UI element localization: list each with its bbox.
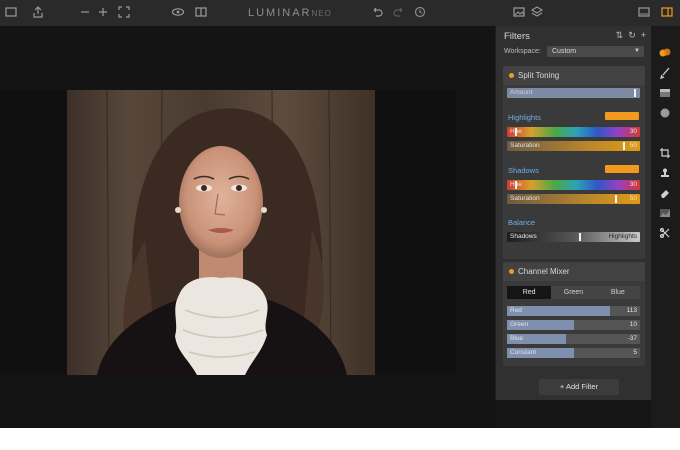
filters-panel: Filters ⇅ ↻ + Workspace: Custom ▼ Split … [495, 26, 652, 400]
channel-mixer-header[interactable]: Channel Mixer [503, 262, 645, 281]
amount-label: Amount [510, 89, 533, 96]
top-toolbar: LUMINARNEO [0, 0, 680, 27]
crop-icon[interactable] [658, 146, 672, 160]
balance-slider[interactable]: Shadows Highlights [507, 232, 640, 242]
highlights-hue-slider[interactable]: Hue 30 [507, 127, 640, 137]
sort-icon[interactable]: ⇅ [616, 30, 624, 41]
compare-split-icon[interactable] [194, 5, 208, 19]
constant-slider[interactable]: Constant 5 [507, 348, 640, 358]
balance-thumb[interactable] [579, 233, 581, 241]
highlights-saturation-label: Saturation [510, 142, 540, 149]
green-channel-slider[interactable]: Green 10 [507, 320, 640, 330]
shadows-hue-value: 30 [629, 181, 637, 188]
add-filter-label: Add Filter [565, 382, 599, 391]
portrait-photo-graphic [67, 90, 375, 375]
zoom-in-icon[interactable] [96, 5, 110, 19]
shadows-saturation-label: Saturation [510, 195, 540, 202]
layers-icon[interactable] [530, 5, 544, 19]
radial-mask-icon[interactable] [658, 106, 672, 120]
balance-left-label: Shadows [510, 233, 537, 240]
blue-channel-slider[interactable]: Blue -37 [507, 334, 640, 344]
highlights-saturation-value: 50 [629, 142, 637, 149]
blue-channel-label: Blue [510, 335, 524, 342]
logo-suffix: NEO [311, 9, 332, 18]
amount-thumb[interactable] [634, 89, 636, 97]
tool-strip [651, 26, 680, 428]
fit-to-screen-icon[interactable] [117, 5, 131, 19]
shadows-hue-thumb[interactable] [515, 181, 517, 189]
highlights-color-swatch[interactable] [605, 112, 639, 120]
info-panel-icon[interactable] [637, 5, 651, 19]
amount-slider[interactable]: Amount [507, 88, 640, 98]
constant-label: Constant [510, 349, 537, 356]
shadows-color-swatch[interactable] [605, 165, 639, 173]
workspace-label: Workspace: [504, 48, 541, 55]
workspace-select[interactable]: Custom ▼ [547, 46, 644, 57]
zoom-out-icon[interactable] [78, 5, 92, 19]
green-channel-label: Green [510, 321, 529, 328]
filters-tool-icon[interactable] [658, 46, 672, 60]
panel-title: Filters [504, 31, 530, 42]
highlights-saturation-slider[interactable]: Saturation 50 [507, 141, 640, 151]
balance-right-label: Highlights [608, 233, 637, 240]
highlights-hue-thumb[interactable] [515, 128, 517, 136]
tab-red[interactable]: Red [507, 286, 552, 299]
edited-photo[interactable] [67, 90, 375, 375]
highlights-saturation-thumb[interactable] [623, 142, 625, 150]
app-logo: LUMINARNEO [248, 7, 332, 19]
image-browser-icon[interactable] [512, 5, 526, 19]
share-icon[interactable] [31, 5, 45, 19]
channel-mixer-title: Channel Mixer [518, 267, 570, 276]
split-toning-title: Split Toning [518, 71, 560, 80]
highlights-label: Highlights [508, 113, 541, 122]
shadows-label: Shadows [508, 166, 539, 175]
red-channel-slider[interactable]: Red 113 [507, 306, 640, 316]
add-filter-button[interactable]: + Add Filter [539, 379, 619, 395]
histogram-icon[interactable] [658, 206, 672, 220]
red-channel-value: 113 [626, 307, 637, 314]
eraser-icon[interactable] [658, 186, 672, 200]
filter-active-dot[interactable] [509, 73, 514, 78]
add-icon[interactable]: + [641, 30, 646, 41]
refresh-icon[interactable]: ↻ [628, 30, 636, 41]
split-toning-header[interactable]: Split Toning [503, 66, 645, 85]
image-canvas[interactable] [0, 26, 495, 428]
slider-fill [507, 306, 610, 316]
channel-mixer-module: Channel Mixer Red Green Blue Red 113 Gre… [503, 262, 645, 366]
shadows-saturation-thumb[interactable] [615, 195, 617, 203]
panel-title-icons: ⇅ ↻ + [616, 30, 646, 41]
balance-label: Balance [508, 218, 536, 227]
transform-icon[interactable] [658, 226, 672, 240]
filter-active-dot[interactable] [509, 269, 514, 274]
preview-eye-icon[interactable] [171, 5, 185, 19]
tab-blue[interactable]: Blue [595, 286, 640, 299]
clone-stamp-icon[interactable] [658, 166, 672, 180]
shadows-hue-slider[interactable]: Hue 30 [507, 180, 640, 190]
redo-icon[interactable] [392, 5, 406, 19]
workspace-value: Custom [552, 48, 577, 55]
split-toning-module: Split Toning Amount Highlights Hue 30 Sa… [503, 66, 645, 259]
history-icon[interactable] [413, 5, 427, 19]
chevron-down-icon: ▼ [634, 48, 640, 54]
tab-green[interactable]: Green [551, 286, 596, 299]
brush-icon[interactable] [658, 66, 672, 80]
channel-tabs: Red Green Blue [507, 286, 640, 299]
constant-value: 5 [633, 349, 637, 356]
open-image-icon[interactable] [4, 5, 18, 19]
highlights-hue-value: 30 [629, 128, 637, 135]
blue-channel-value: -37 [627, 335, 637, 342]
green-channel-value: 10 [629, 321, 637, 328]
logo-text: LUMINAR [248, 7, 312, 19]
undo-icon[interactable] [370, 5, 384, 19]
luminar-window: LUMINARNEO Filters ⇅ ↻ + Workspace: Cust… [0, 0, 680, 428]
filters-panel-icon[interactable] [660, 5, 674, 19]
gradient-mask-icon[interactable] [658, 86, 672, 100]
shadows-saturation-slider[interactable]: Saturation 50 [507, 194, 640, 204]
red-channel-label: Red [510, 307, 522, 314]
shadows-saturation-value: 50 [629, 195, 637, 202]
